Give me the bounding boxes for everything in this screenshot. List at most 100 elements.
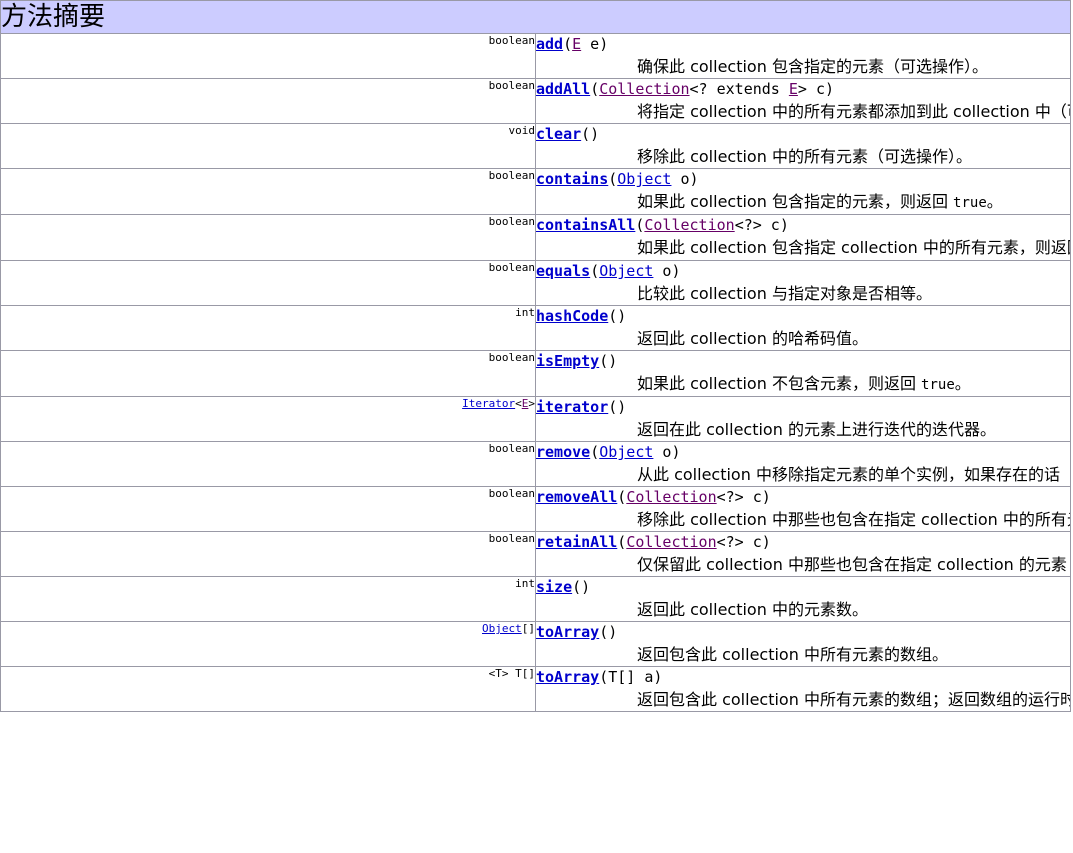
desc-text-pre: 如果此 collection 包含指定的元素，则返回 [637,192,954,211]
method-link-removeall[interactable]: removeAll [536,488,617,506]
method-description: 确保此 collection 包含指定的元素（可选操作）。 [637,57,988,76]
method-signature: toArray(T[] a) [536,667,1070,688]
method-signature: addAll(Collection<? extends E> c) [536,79,1070,100]
array-brackets: [] [521,622,535,636]
generic-wildcard: <?> c) [734,216,789,234]
type-link-object[interactable]: Object [599,443,653,461]
generic-close: > [528,397,535,411]
return-type-cell: boolean [0,486,536,532]
return-type-cell: boolean [0,78,536,124]
method-detail-cell: isEmpty() 如果此 collection 不包含元素，则返回 true。 [535,350,1071,397]
method-signature: isEmpty() [536,351,1070,372]
return-type-cell: Iterator<E> [0,396,536,442]
table-row: boolean remove(Object o) 从此 collection 中… [0,441,1071,487]
generic-open: < [515,397,522,411]
return-type-cell: Object[] [0,621,536,667]
paren-open: ( [590,80,600,98]
method-params: (T[] a) [599,668,663,686]
method-link-toarray[interactable]: toArray [536,623,599,641]
desc-code: true [953,195,987,211]
return-type-cell: boolean [0,531,536,577]
table-row: void clear() 移除此 collection 中的所有元素（可选操作）… [0,123,1071,169]
method-link-size[interactable]: size [536,578,572,596]
method-detail-cell: toArray(T[] a) 返回包含此 collection 中所有元素的数组… [535,666,1071,712]
method-description: 返回在此 collection 的元素上进行迭代的迭代器。 [637,420,996,439]
method-detail-cell: equals(Object o) 比较此 collection 与指定对象是否相… [535,260,1071,306]
method-signature: size() [536,577,1070,598]
return-type-cell: boolean [0,33,536,79]
generic-prefix: <? extends [689,80,789,98]
table-row: Iterator<E> iterator() 返回在此 collection 的… [0,396,1071,442]
param-name: o) [653,443,681,461]
method-description: 将指定 collection 中的所有元素都添加到此 collection 中（… [637,102,1070,121]
type-link-object[interactable]: Object [599,262,653,280]
table-row: int size() 返回此 collection 中的元素数。 [0,576,1071,622]
table-row: boolean add(E e) 确保此 collection 包含指定的元素（… [0,33,1071,79]
table-header-row: 方法摘要 [0,0,1071,34]
paren-open: ( [590,443,600,461]
desc-text-post: 。 [954,374,971,393]
method-signature: hashCode() [536,306,1070,327]
method-description: 返回此 collection 的哈希码值。 [637,329,868,348]
param-name: o) [671,170,699,188]
method-signature: contains(Object o) [536,169,1070,190]
method-detail-cell: hashCode() 返回此 collection 的哈希码值。 [535,305,1071,351]
method-description: 比较此 collection 与指定对象是否相等。 [637,284,932,303]
type-link-collection[interactable]: Collection [626,488,716,506]
type-link-E[interactable]: E [789,80,798,98]
table-row: boolean isEmpty() 如果此 collection 不包含元素，则… [0,350,1071,397]
generic-wildcard: <?> c) [716,533,771,551]
method-description: 如果此 collection 包含指定 collection 中的所有元素，则返… [637,237,1070,260]
empty-parens: () [599,352,618,370]
empty-parens: () [581,125,600,143]
method-link-contains[interactable]: contains [536,170,608,188]
empty-parens: () [599,623,618,641]
method-description: 从此 collection 中移除指定元素的单个实例，如果存在的话（可选操作）。 [637,465,1070,484]
method-link-iterator[interactable]: iterator [536,398,608,416]
method-link-hashcode[interactable]: hashCode [536,307,608,325]
return-type-cell: boolean [0,168,536,215]
empty-parens: () [608,398,627,416]
table-row: boolean containsAll(Collection<?> c) 如果此… [0,214,1071,261]
desc-code: true [921,377,955,393]
method-detail-cell: toArray() 返回包含此 collection 中所有元素的数组。 [535,621,1071,667]
method-link-remove[interactable]: remove [536,443,590,461]
method-signature: retainAll(Collection<?> c) [536,532,1070,553]
paren-open: ( [608,170,618,188]
method-link-isempty[interactable]: isEmpty [536,352,599,370]
type-link-collection[interactable]: Collection [626,533,716,551]
method-signature: toArray() [536,622,1070,643]
method-link-containsall[interactable]: containsAll [536,216,635,234]
method-signature: containsAll(Collection<?> c) [536,215,1070,236]
method-detail-cell: addAll(Collection<? extends E> c) 将指定 co… [535,78,1071,124]
paren-open: ( [617,533,627,551]
method-detail-cell: remove(Object o) 从此 collection 中移除指定元素的单… [535,441,1071,487]
method-summary-table: 方法摘要 boolean add(E e) 确保此 collection 包含指… [0,0,1071,712]
paren-open: ( [563,35,573,53]
type-link-E[interactable]: E [572,35,581,53]
return-type-cell: boolean [0,350,536,397]
method-link-addall[interactable]: addAll [536,80,590,98]
table-row: Object[] toArray() 返回包含此 collection 中所有元… [0,621,1071,667]
table-row: int hashCode() 返回此 collection 的哈希码值。 [0,305,1071,351]
method-description: 仅保留此 collection 中那些也包含在指定 collection 的元素… [637,555,1070,574]
method-link-toarray-typed[interactable]: toArray [536,668,599,686]
empty-parens: () [608,307,627,325]
method-link-add[interactable]: add [536,35,563,53]
return-type-cell: int [0,305,536,351]
desc-text-pre: 如果此 collection 包含指定 collection 中的所有元素，则返… [637,238,1070,257]
type-link-object[interactable]: Object [482,623,522,636]
type-link-collection[interactable]: Collection [644,216,734,234]
method-link-equals[interactable]: equals [536,262,590,280]
table-row: boolean equals(Object o) 比较此 collection … [0,260,1071,306]
method-signature: iterator() [536,397,1070,418]
method-signature: add(E e) [536,34,1070,55]
desc-text-post: 。 [986,192,1003,211]
method-link-retainall[interactable]: retainAll [536,533,617,551]
return-type-cell: boolean [0,441,536,487]
type-link-iterator[interactable]: Iterator [462,398,515,411]
method-link-clear[interactable]: clear [536,125,581,143]
type-link-collection[interactable]: Collection [599,80,689,98]
return-type-cell: void [0,123,536,169]
type-link-object[interactable]: Object [617,170,671,188]
